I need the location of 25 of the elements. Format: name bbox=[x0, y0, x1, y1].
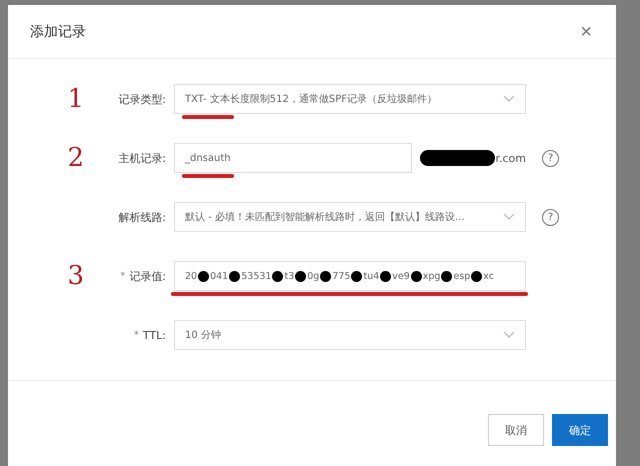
field-label: 主机记录: bbox=[118, 150, 166, 166]
field-label: 解析线路: bbox=[118, 210, 166, 224]
help-icon[interactable]: ? bbox=[542, 150, 559, 166]
caret-icon bbox=[503, 95, 515, 103]
select-field[interactable]: 默认 - 必填！未匹配到智能解析线路时，返回【默认】线路设... bbox=[174, 202, 526, 232]
help-icon[interactable]: ? bbox=[542, 208, 559, 226]
required-mark: * bbox=[134, 330, 139, 340]
caret-icon bbox=[503, 331, 515, 339]
field-label: TTL: bbox=[142, 328, 166, 342]
select-field[interactable]: 10 分钟 bbox=[174, 320, 526, 350]
field-label: 记录值: bbox=[129, 268, 166, 284]
dialog-title: 添加记录 bbox=[30, 22, 86, 40]
close-button[interactable]: × bbox=[578, 22, 594, 42]
confirm-button[interactable]: 确定 bbox=[552, 414, 608, 446]
annotation-number: 1 bbox=[67, 84, 84, 114]
field-label: 记录类型: bbox=[118, 92, 166, 106]
annotation-number: 2 bbox=[67, 143, 84, 173]
input-field[interactable]: 20 041 53531 t3 0g 775 tu4 ve9 xpg esp xc bbox=[174, 261, 526, 291]
caret-icon bbox=[503, 213, 515, 221]
annotation-number: 3 bbox=[67, 261, 84, 291]
select-field[interactable]: TXT- 文本长度限制512，通常做SPF记录（反垃圾邮件） bbox=[174, 84, 526, 114]
domain-suffix: r.com bbox=[495, 152, 526, 164]
required-mark: * bbox=[120, 270, 126, 282]
input-field[interactable]: _dnsauth bbox=[174, 143, 412, 173]
cancel-button[interactable]: 取消 bbox=[488, 414, 544, 446]
